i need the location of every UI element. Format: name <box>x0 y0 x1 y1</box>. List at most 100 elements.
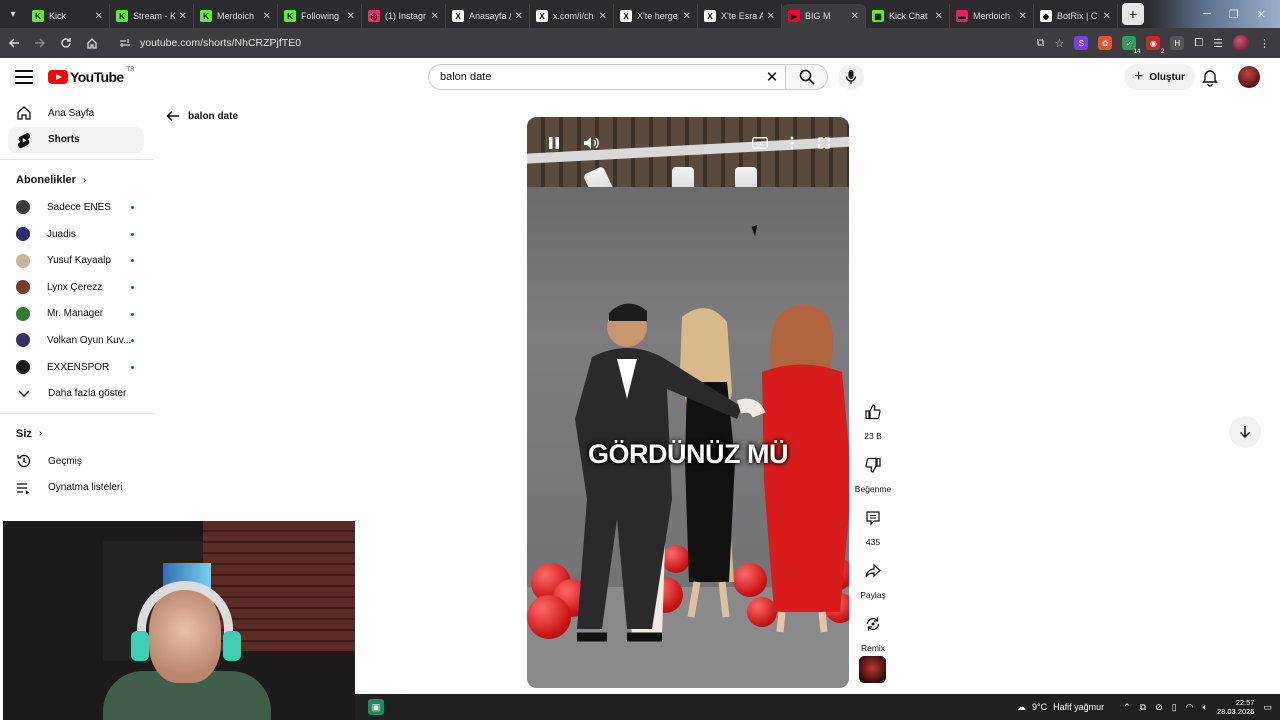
browser-tab[interactable]: X X'te herge ✕ <box>614 4 698 28</box>
subscriptions-header[interactable]: Abonelikler › <box>0 166 154 194</box>
browser-tab[interactable]: ◎ (1) Instagr ✕ <box>362 4 446 28</box>
close-tab-icon[interactable]: ✕ <box>1019 11 1027 22</box>
reload-icon[interactable] <box>54 31 78 55</box>
taskbar-app-icon[interactable]: ▣ <box>368 699 384 715</box>
forward-icon[interactable] <box>28 31 52 55</box>
close-tab-icon[interactable]: ✕ <box>683 11 691 22</box>
browser-tab[interactable]: ◆ BotRix | C ✕ <box>1034 4 1118 28</box>
back-icon[interactable] <box>2 31 26 55</box>
notifications-icon[interactable]: ▭ <box>1263 702 1272 713</box>
close-tab-icon[interactable]: ✕ <box>95 11 103 22</box>
clock[interactable]: 22:57 28.03.2026 <box>1217 698 1255 716</box>
tab-title: Merdoich <box>217 11 255 21</box>
minimize-icon[interactable]: ─ <box>1203 8 1211 20</box>
like-button[interactable]: 23 B <box>852 396 894 442</box>
pause-button[interactable] <box>543 131 565 155</box>
maximize-icon[interactable]: ❐ <box>1229 8 1239 21</box>
close-tab-icon[interactable]: ✕ <box>851 11 859 22</box>
account-avatar[interactable] <box>1238 66 1260 88</box>
clear-search-icon[interactable]: ✕ <box>759 68 785 86</box>
browser-tab[interactable]: ▬ Merdoich ✕ <box>950 4 1034 28</box>
close-tab-icon[interactable]: ✕ <box>1103 11 1111 22</box>
home-browser-icon[interactable] <box>80 31 104 55</box>
youtube-logo[interactable]: YouTube TR <box>48 67 135 85</box>
you-header[interactable]: Siz › <box>0 420 154 448</box>
next-video-button[interactable] <box>1229 416 1261 448</box>
subscription-channel[interactable]: EXXENSPOR <box>8 354 144 381</box>
close-window-icon[interactable]: ✕ <box>1257 8 1266 21</box>
browser-tab[interactable]: ▦ Kick Chat ✕ <box>866 4 950 28</box>
voice-search-button[interactable] <box>838 64 864 90</box>
browser-tab[interactable]: K Merdoich ✕ <box>194 4 278 28</box>
shorts-video-player[interactable]: GÖRDÜNÜZ MÜ CC <box>527 117 849 688</box>
close-tab-icon[interactable]: ✕ <box>515 11 523 22</box>
back-to-results[interactable]: balon date <box>166 110 238 122</box>
subscription-channel[interactable]: Yusuf Kayaalp <box>8 247 144 274</box>
extension-green-icon[interactable]: ✓ 14 <box>1122 36 1143 55</box>
browser-tab[interactable]: Xx.com/i/ch ✕ <box>530 4 614 28</box>
network-icon[interactable]: ⧉ <box>1140 702 1146 713</box>
youtube-play-icon <box>48 70 68 84</box>
subscription-channel[interactable]: Mr. Manager <box>8 301 144 328</box>
wifi-icon[interactable]: ◠ <box>1186 702 1194 713</box>
browser-tab[interactable]: K Kick ✕ <box>26 4 110 28</box>
more-options-button[interactable] <box>783 131 801 155</box>
subscription-channel[interactable]: Lynx Çerezz <box>8 274 144 301</box>
extensions-puzzle-icon[interactable]: ⧠ <box>1194 37 1203 50</box>
close-tab-icon[interactable]: ✕ <box>767 11 775 22</box>
subscription-channel[interactable]: Volkan Oyun Kuv... <box>8 327 144 354</box>
extension-red-icon[interactable]: ◉ 2 <box>1146 36 1167 55</box>
tray-battery-icon[interactable]: ▯ <box>1172 702 1177 713</box>
media-control-icon[interactable]: ☰ <box>1213 37 1223 50</box>
guide-item-history[interactable]: Geçmiş <box>8 448 144 475</box>
extension-purple-icon[interactable]: S <box>1074 36 1089 50</box>
share-button[interactable]: Paylaş <box>852 555 894 601</box>
site-info-icon[interactable] <box>118 36 132 50</box>
speaker-icon[interactable]: 🔈︎ <box>1203 702 1208 713</box>
volume-button[interactable] <box>581 131 603 155</box>
guide-menu-icon[interactable] <box>15 70 33 84</box>
tab-search-icon[interactable]: ▾ <box>0 0 26 28</box>
remix-button[interactable]: Remix <box>852 608 894 654</box>
weather-widget[interactable]: ☁ 9°C Hafif yağmur <box>1017 702 1104 713</box>
search-button[interactable] <box>785 65 827 89</box>
bookmark-star-icon[interactable]: ☆ <box>1054 37 1064 50</box>
browser-tab[interactable]: X Anasayfa / ✕ <box>446 4 530 28</box>
browser-tab[interactable]: ▶ BIG M ✕ <box>782 4 866 28</box>
close-tab-icon[interactable]: ✕ <box>599 11 607 22</box>
extension-leaf-icon[interactable]: ✿ <box>1098 36 1113 50</box>
close-tab-icon[interactable]: ✕ <box>935 11 943 22</box>
extension-h-icon[interactable]: H <box>1170 36 1185 50</box>
dislike-button[interactable]: Beğenme <box>852 449 894 495</box>
fullscreen-button[interactable] <box>815 131 833 155</box>
guide-item-playlists[interactable]: Oynatma listeleri <box>8 475 144 502</box>
url-field[interactable]: youtube.com/shorts/NhCRZPjfTE0 <box>110 30 1031 56</box>
close-tab-icon[interactable]: ✕ <box>431 11 439 22</box>
tab-title: Kick <box>49 11 67 21</box>
guide-item-shorts[interactable]: Shorts <box>8 126 144 154</box>
sound-thumbnail[interactable] <box>859 656 886 683</box>
new-tab-button[interactable]: + <box>1122 3 1144 25</box>
notifications-bell-icon[interactable] <box>1200 68 1220 88</box>
browser-tab[interactable]: K Stream - K ✕ <box>110 4 194 28</box>
browser-menu-icon[interactable]: ⋮ <box>1259 37 1270 50</box>
install-app-icon[interactable]: ⧉ <box>1037 37 1045 50</box>
subscription-channel[interactable]: Juadis <box>8 221 144 248</box>
browser-tab[interactable]: X X'te Esra A ✕ <box>698 4 782 28</box>
close-tab-icon[interactable]: ✕ <box>347 11 355 22</box>
show-more-button[interactable]: Daha fazla göster <box>8 380 144 407</box>
close-tab-icon[interactable]: ✕ <box>263 11 271 22</box>
browser-profile-avatar[interactable] <box>1233 35 1249 51</box>
browser-tab[interactable]: K Following ✕ <box>278 4 362 28</box>
tray-app-icon[interactable]: ⊘ <box>1155 702 1163 713</box>
channel-name: Volkan Oyun Kuv... <box>47 334 132 346</box>
close-tab-icon[interactable]: ✕ <box>179 11 187 22</box>
comments-button[interactable]: 435 <box>852 502 894 548</box>
search-box[interactable]: balon date ✕ <box>428 64 828 90</box>
search-input[interactable]: balon date <box>429 71 759 83</box>
chevron-up-icon[interactable]: ⌃ <box>1123 702 1131 713</box>
guide-item-home[interactable]: Ana Sayfa <box>8 100 144 127</box>
captions-button[interactable]: CC <box>749 131 771 155</box>
subscription-channel[interactable]: Sadece ENES <box>8 194 144 221</box>
create-button[interactable]: + Oluştur <box>1124 64 1195 90</box>
